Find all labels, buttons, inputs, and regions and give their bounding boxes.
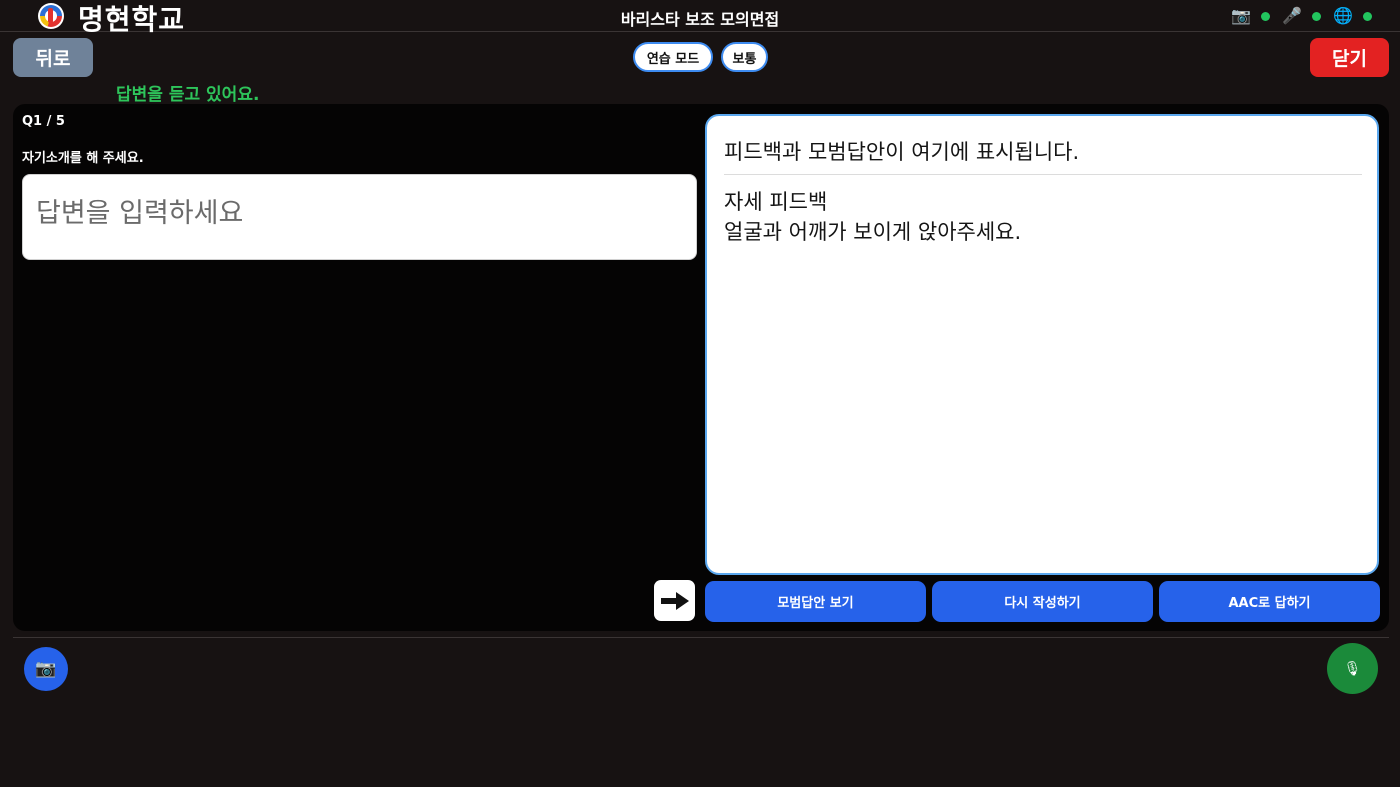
microphone-icon: 🎙 (1343, 660, 1362, 677)
back-button[interactable]: 뒤로 (13, 38, 93, 77)
top-bar: 명현학교 바리스타 보조 모의면접 📷 🎤 🌐 (0, 0, 1400, 36)
answer-input[interactable] (22, 174, 697, 260)
practice-mode-toggle[interactable]: 연습 모드 (633, 42, 713, 72)
mic-status-icon: 🎤 (1282, 6, 1303, 25)
posture-feedback-heading: 자세 피드백 (724, 190, 828, 214)
globe-status-icon: 🌐 (1333, 6, 1353, 25)
listening-status: 답변을 듣고 있어요. (116, 85, 260, 105)
mic-status-dot (1312, 11, 1322, 21)
aac-answer-button[interactable]: AAC로 답하기 (1159, 581, 1380, 622)
difficulty-toggle[interactable]: 보통 (721, 42, 768, 72)
rewrite-button[interactable]: 다시 작성하기 (932, 581, 1153, 622)
question-counter: Q1 / 5 (22, 114, 65, 129)
camera-icon: 📷 (35, 659, 57, 679)
posture-feedback-text: 얼굴과 어깨가 보이게 앉아주세요. (724, 220, 1022, 244)
camera-button[interactable]: 📷 (24, 647, 68, 691)
question-text: 자기소개를 해 주세요. (22, 151, 144, 166)
microphone-button[interactable]: 🎙 (1327, 643, 1378, 694)
bottom-divider (13, 637, 1389, 638)
status-indicators: 📷 🎤 🌐 (1231, 6, 1372, 26)
next-arrow-button[interactable] (654, 580, 695, 621)
arrow-right-icon (660, 591, 689, 610)
app-title: 바리스타 보조 모의면접 (620, 10, 780, 29)
model-answer-button[interactable]: 모범답안 보기 (705, 581, 926, 622)
camera-status-icon: 📷 (1231, 6, 1252, 25)
network-status-dot (1363, 11, 1372, 21)
feedback-title: 피드백과 모범답안이 여기에 표시됩니다. (724, 140, 1080, 164)
feedback-panel: 피드백과 모범답안이 여기에 표시됩니다. 자세 피드백 얼굴과 어깨가 보이게… (705, 114, 1379, 575)
feedback-divider (724, 174, 1362, 175)
camera-status-dot (1261, 11, 1271, 21)
close-button[interactable]: 닫기 (1310, 38, 1389, 77)
